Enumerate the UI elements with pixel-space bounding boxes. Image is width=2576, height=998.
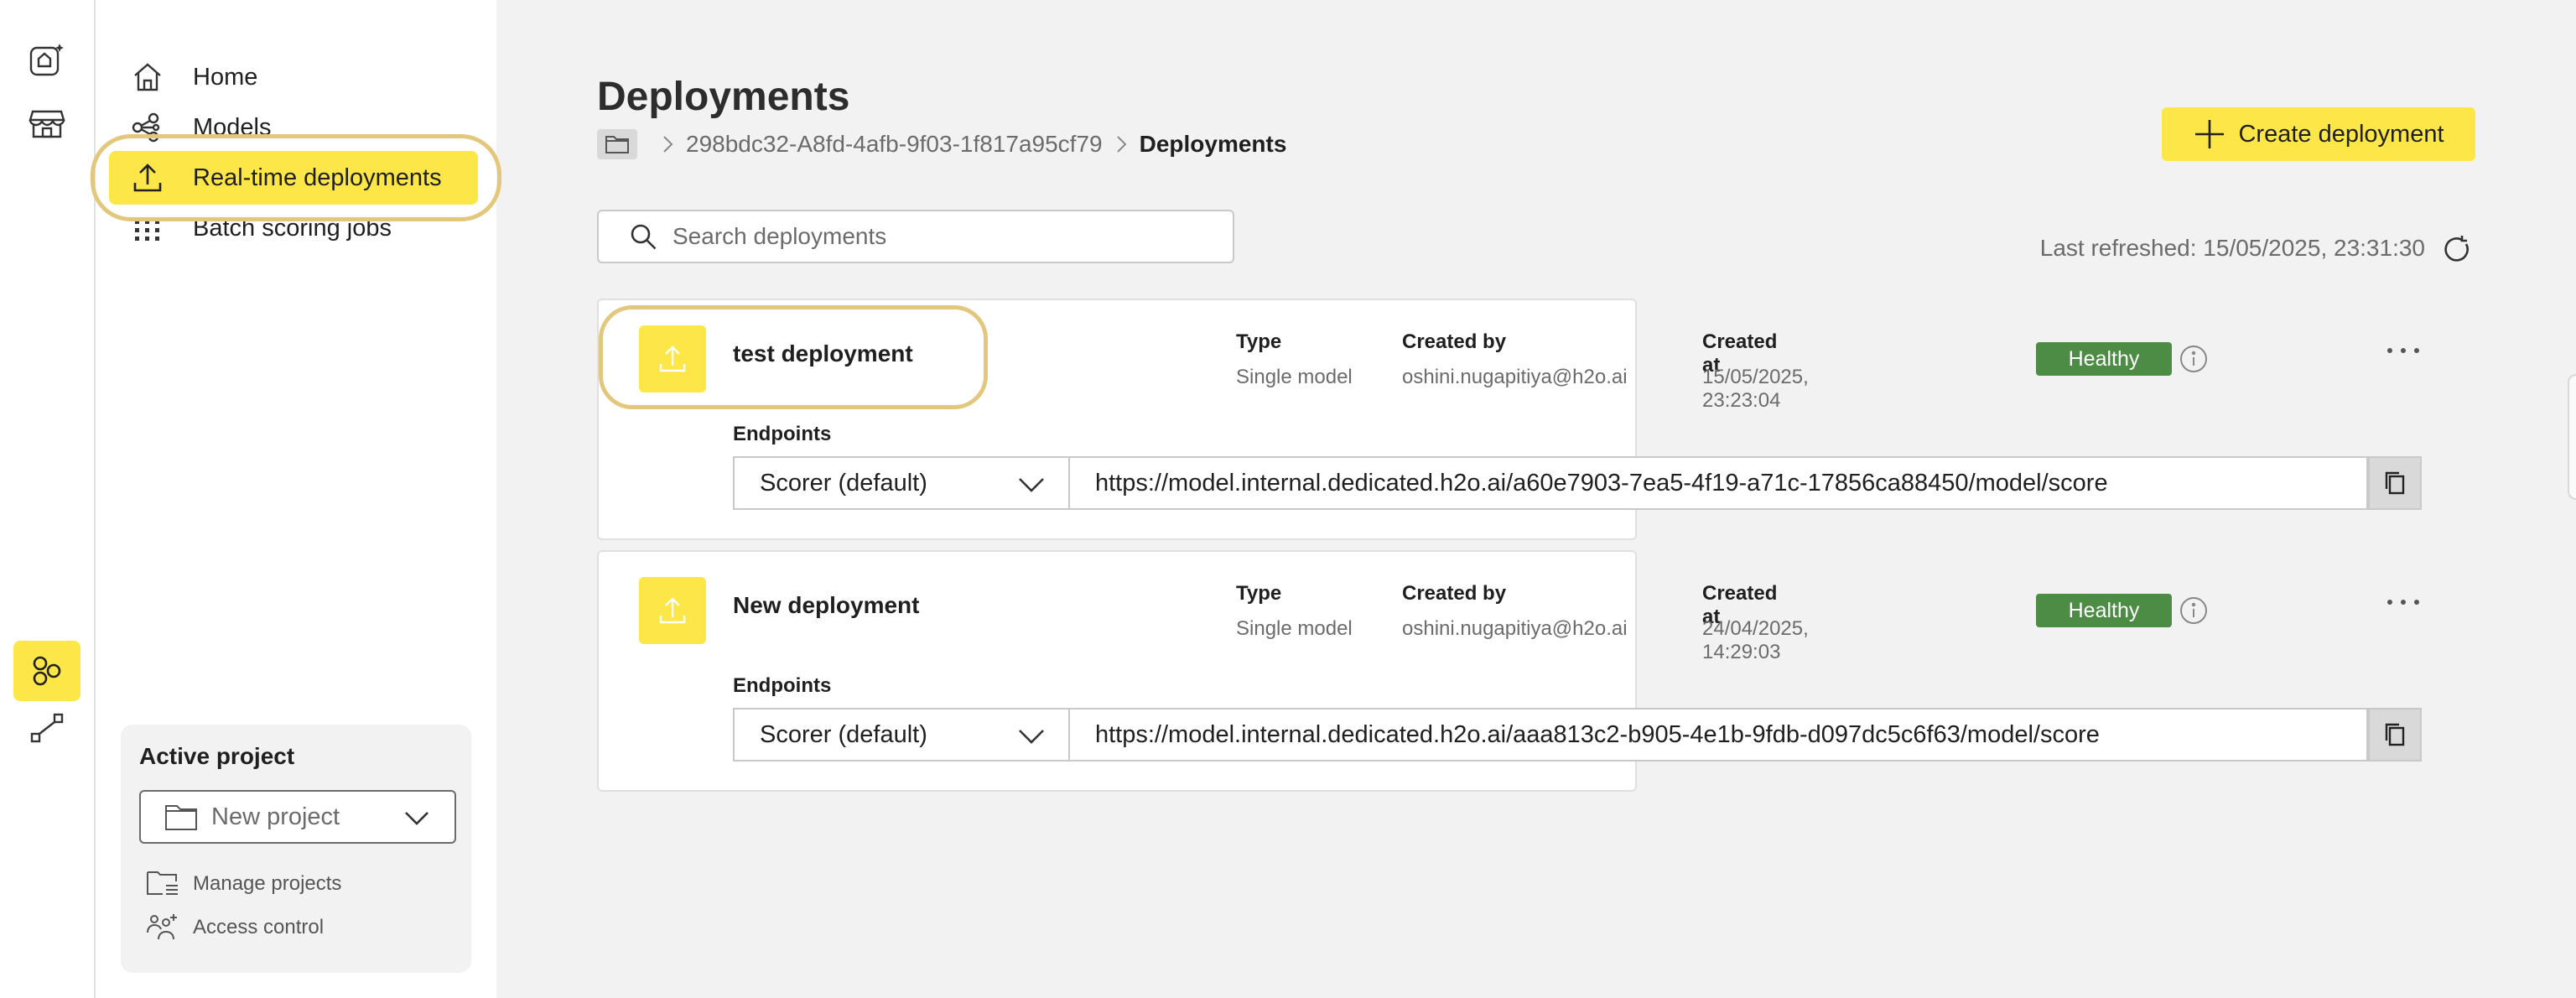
- deployment-upload-icon: [639, 325, 706, 392]
- create-deployment-button[interactable]: Create deployment: [2162, 107, 2475, 161]
- deployment-card: New deployment Type Single model Created…: [597, 550, 2422, 792]
- sidebar-item-models[interactable]: Models: [109, 101, 478, 154]
- scorer-select-value: Scorer (default): [760, 469, 927, 496]
- scorer-select-value: Scorer (default): [760, 720, 927, 748]
- scorer-select[interactable]: Scorer (default): [733, 456, 1068, 510]
- access-control-link[interactable]: Access control: [146, 912, 324, 943]
- refresh-icon[interactable]: [2440, 233, 2474, 267]
- access-control-icon: [147, 914, 177, 940]
- type-value: Single model: [1236, 366, 1353, 388]
- breadcrumb: 298bdc32-A8fd-4afb-9f03-1f817a95cf79 Dep…: [597, 129, 1286, 159]
- chevron-right-icon: [1116, 136, 1127, 153]
- created-at-value: 15/05/2025, 23:23:04: [1702, 366, 1809, 412]
- project-select-value: New project: [211, 803, 340, 830]
- home-icon: [129, 59, 166, 96]
- manage-projects-icon: [147, 871, 178, 895]
- project-select[interactable]: New project: [139, 790, 456, 844]
- folder-icon[interactable]: [597, 129, 637, 159]
- grid-icon: [129, 210, 166, 247]
- copy-icon: [2385, 471, 2405, 495]
- plus-icon: [2195, 120, 2225, 148]
- more-options-icon[interactable]: [2385, 594, 2422, 611]
- home-sparkle-icon[interactable]: [13, 30, 80, 91]
- manage-projects-label: Manage projects: [193, 872, 342, 895]
- access-control-label: Access control: [193, 916, 325, 938]
- icon-rail: [0, 0, 96, 998]
- page-title: Deployments: [597, 75, 850, 119]
- copy-url-button[interactable]: [2368, 708, 2422, 761]
- search-icon: [631, 224, 657, 250]
- search-field[interactable]: [597, 210, 1234, 263]
- storefront-icon[interactable]: [13, 92, 80, 153]
- breadcrumb-project[interactable]: 298bdc32-A8fd-4afb-9f03-1f817a95cf79: [686, 131, 1103, 158]
- search-input[interactable]: [673, 223, 1176, 250]
- deployment-upload-icon: [639, 577, 706, 644]
- type-label: Type: [1236, 582, 1282, 605]
- status-badge: Healthy: [2036, 342, 2172, 376]
- created-at-value: 24/04/2025, 14:29:03: [1702, 617, 1809, 663]
- type-value: Single model: [1236, 617, 1353, 640]
- endpoints-label: Endpoints: [733, 423, 832, 445]
- created-by-label: Created by: [1402, 330, 1507, 353]
- sidebar-item-home[interactable]: Home: [109, 50, 478, 104]
- sidebar-item-label: Models: [193, 113, 272, 141]
- deployment-card: test deployment Type Single model Create…: [597, 299, 2422, 540]
- active-project-panel: Active project New project Manage projec…: [121, 725, 471, 973]
- side-panel-handle[interactable]: [2568, 374, 2576, 500]
- sidebar-item-real-time-deployments[interactable]: Real-time deployments: [109, 151, 478, 205]
- create-deployment-label: Create deployment: [2238, 120, 2444, 148]
- sidebar-item-label: Real-time deployments: [193, 164, 442, 191]
- deployment-name[interactable]: New deployment: [733, 592, 919, 619]
- endpoints-label: Endpoints: [733, 674, 832, 697]
- chevron-down-icon: [1019, 478, 1044, 492]
- sidebar-item-batch-scoring-jobs[interactable]: Batch scoring jobs: [109, 201, 478, 255]
- sidebar-item-label: Home: [193, 63, 258, 91]
- endpoint-url: https://model.internal.dedicated.h2o.ai/…: [1095, 469, 2108, 496]
- type-label: Type: [1236, 330, 1282, 353]
- created-by-value: oshini.nugapitiya@h2o.ai: [1402, 617, 1628, 640]
- active-project-title: Active project: [139, 743, 295, 769]
- breadcrumb-current: Deployments: [1139, 131, 1287, 157]
- endpoint-url-field[interactable]: https://model.internal.dedicated.h2o.ai/…: [1068, 456, 2368, 510]
- endpoint-url-field[interactable]: https://model.internal.dedicated.h2o.ai/…: [1068, 708, 2368, 761]
- more-options-icon[interactable]: [2385, 342, 2422, 359]
- scorer-select[interactable]: Scorer (default): [733, 708, 1068, 761]
- sidebar: Home Models Real-time deployments Batch …: [96, 0, 496, 998]
- chevron-down-icon: [1019, 730, 1044, 744]
- info-icon[interactable]: [2179, 595, 2209, 626]
- models-icon: [129, 109, 166, 146]
- chevron-down-icon: [405, 812, 428, 825]
- chevron-right-icon: [663, 136, 673, 153]
- info-icon[interactable]: [2179, 344, 2209, 374]
- models-hub-icon[interactable]: [13, 641, 80, 701]
- folder-icon: [165, 805, 197, 830]
- endpoint-url: https://model.internal.dedicated.h2o.ai/…: [1095, 720, 2100, 748]
- created-by-value: oshini.nugapitiya@h2o.ai: [1402, 366, 1628, 388]
- copy-url-button[interactable]: [2368, 456, 2422, 510]
- created-by-label: Created by: [1402, 582, 1507, 605]
- upload-icon: [129, 159, 166, 196]
- pipeline-icon[interactable]: [13, 698, 80, 758]
- copy-icon: [2385, 723, 2405, 746]
- deployment-name[interactable]: test deployment: [733, 340, 913, 367]
- manage-projects-link[interactable]: Manage projects: [146, 869, 341, 899]
- status-badge: Healthy: [2036, 594, 2172, 627]
- sidebar-item-label: Batch scoring jobs: [193, 214, 392, 242]
- last-refreshed-text: Last refreshed: 15/05/2025, 23:31:30: [2039, 235, 2425, 261]
